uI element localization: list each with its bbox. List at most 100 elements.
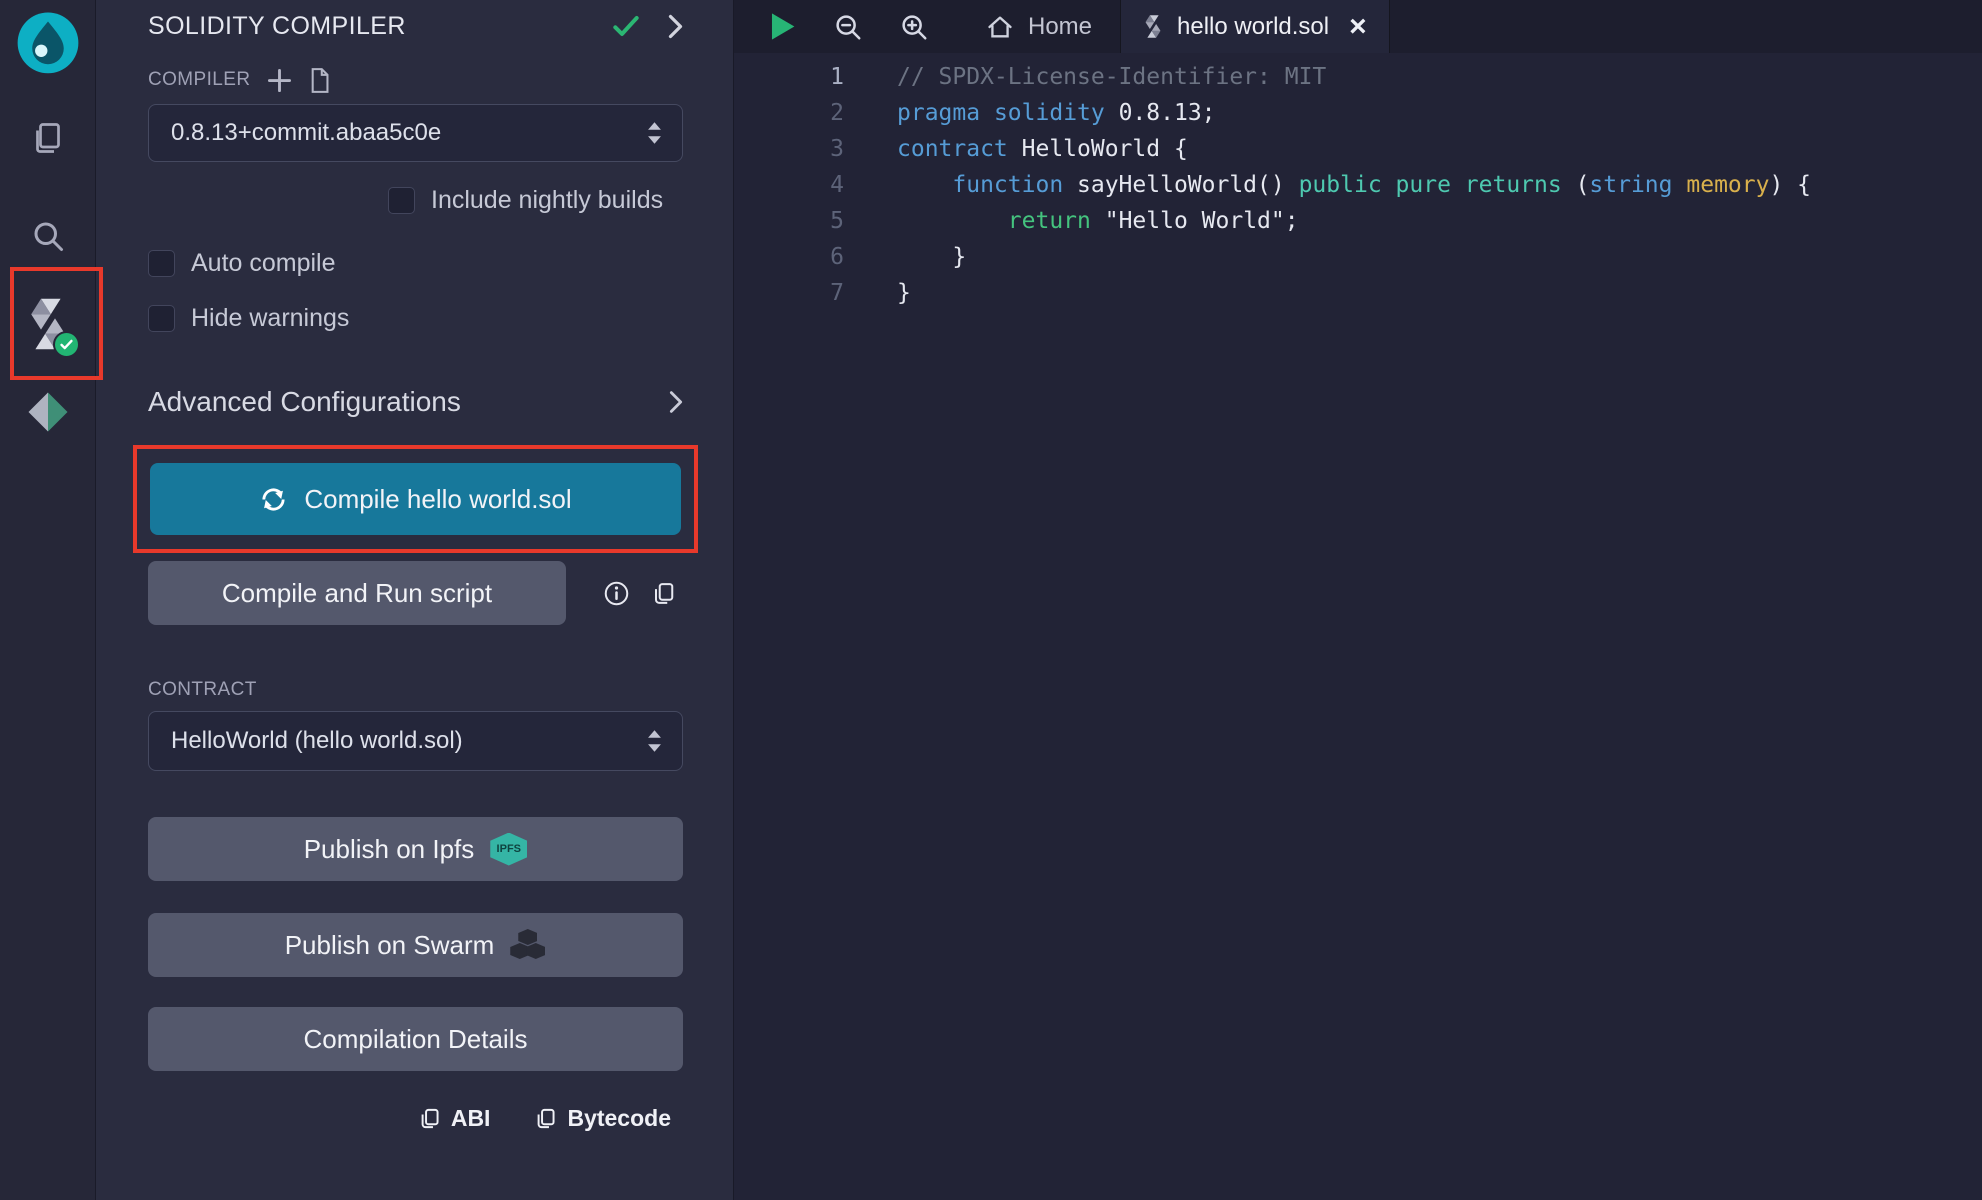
remix-logo[interactable] (10, 6, 86, 82)
chevron-right-icon (669, 390, 683, 414)
compile-button-label: Compile hello world.sol (304, 484, 571, 515)
code-text: pragma solidity 0.8.13; (897, 95, 1216, 131)
auto-compile-label: Auto compile (191, 249, 336, 278)
compile-success-badge (53, 331, 80, 358)
copy-bytecode-button[interactable]: Bytecode (534, 1105, 671, 1132)
hide-warnings-label: Hide warnings (191, 304, 349, 333)
close-tab-icon[interactable]: × (1349, 12, 1367, 42)
add-compiler-button[interactable] (268, 69, 291, 92)
hide-warnings-checkbox[interactable] (148, 305, 175, 332)
info-button[interactable] (604, 581, 629, 606)
advanced-configurations-toggle[interactable]: Advanced Configurations (148, 385, 683, 419)
contract-select[interactable]: HelloWorld (hello world.sol) (148, 711, 683, 771)
zoom-in-button[interactable] (896, 0, 932, 53)
copy-script-button[interactable] (651, 581, 676, 606)
red-highlight-box-compile-button: Compile hello world.sol (133, 445, 698, 553)
check-icon (610, 10, 642, 42)
select-arrows-icon (647, 729, 662, 753)
compile-and-run-row: Compile and Run script (148, 561, 683, 625)
compiler-version-value: 0.8.13+commit.abaa5c0e (171, 119, 647, 147)
publish-swarm-button[interactable]: Publish on Swarm (148, 913, 683, 977)
contract-section-header: CONTRACT (148, 679, 683, 701)
bytecode-label: Bytecode (567, 1105, 671, 1132)
search-icon (30, 218, 66, 254)
info-icon (604, 581, 629, 606)
ethereum-icon (27, 391, 69, 433)
advanced-configurations-label: Advanced Configurations (148, 386, 461, 418)
tab-bar: Home hello world.sol × (734, 0, 1982, 53)
publish-swarm-label: Publish on Swarm (285, 930, 495, 961)
side-panel: SOLIDITY COMPILER COMPILER (96, 0, 734, 1200)
code-line[interactable]: 4 function sayHelloWorld() public pure r… (734, 167, 1982, 203)
compile-and-run-label: Compile and Run script (222, 578, 492, 609)
code-text: return "Hello World"; (897, 203, 1299, 239)
deploy-run-button[interactable] (0, 368, 96, 456)
code-text: } (897, 275, 911, 311)
compile-success-check (610, 10, 642, 42)
compiler-section-header: COMPILER (148, 66, 683, 94)
code-line[interactable]: 2pragma solidity 0.8.13; (734, 95, 1982, 131)
file-explorer-icon (30, 120, 66, 156)
tab-home-label: Home (1028, 13, 1092, 41)
line-number: 6 (734, 239, 844, 275)
solidity-compiler-button[interactable] (0, 280, 96, 368)
panel-expand-chevron[interactable] (668, 14, 683, 39)
contract-select-value: HelloWorld (hello world.sol) (171, 727, 647, 755)
solidity-file-icon (1143, 14, 1163, 39)
file-icon (309, 68, 330, 93)
code-line[interactable]: 3 contract HelloWorld { (734, 131, 1982, 167)
panel-header: SOLIDITY COMPILER (148, 10, 683, 42)
run-script-button[interactable] (764, 0, 800, 53)
copy-icon (651, 581, 676, 606)
compilation-details-button[interactable]: Compilation Details (148, 1007, 683, 1071)
nightly-builds-label: Include nightly builds (431, 186, 663, 215)
code-text: } (897, 239, 966, 275)
code-area[interactable]: 1// SPDX-License-Identifier: MIT2pragma … (734, 53, 1982, 1200)
line-number: 4 (734, 167, 844, 203)
compiler-version-select[interactable]: 0.8.13+commit.abaa5c0e (148, 104, 683, 162)
contract-section-label: CONTRACT (148, 679, 257, 701)
auto-compile-row: Auto compile (148, 249, 683, 278)
file-explorer-button[interactable] (0, 94, 96, 182)
search-button[interactable] (0, 192, 96, 280)
nightly-builds-checkbox[interactable] (388, 187, 415, 214)
code-line[interactable]: 1// SPDX-License-Identifier: MIT (734, 59, 1982, 95)
compile-button[interactable]: Compile hello world.sol (150, 463, 681, 535)
copy-icon (534, 1107, 557, 1130)
zoom-out-button[interactable] (830, 0, 866, 53)
line-number: 3 (734, 131, 844, 167)
code-line[interactable]: 7} (734, 275, 1982, 311)
zoom-out-icon (833, 12, 863, 42)
copy-abi-button[interactable]: ABI (418, 1105, 491, 1132)
compilation-details-label: Compilation Details (304, 1024, 528, 1055)
panel-title: SOLIDITY COMPILER (148, 12, 406, 41)
code-line[interactable]: 5 return "Hello World"; (734, 203, 1982, 239)
play-icon (769, 12, 796, 41)
check-icon (58, 336, 75, 353)
remix-app: SOLIDITY COMPILER COMPILER (0, 0, 1982, 1200)
code-text: contract HelloWorld { (897, 131, 1188, 167)
abi-bytecode-row: ABI Bytecode (148, 1105, 683, 1132)
code-line[interactable]: 6 } (734, 239, 1982, 275)
open-compiler-file-button[interactable] (309, 68, 330, 93)
copy-icon (418, 1107, 441, 1130)
abi-label: ABI (451, 1105, 491, 1132)
refresh-icon (259, 485, 288, 514)
swarm-icon (510, 929, 546, 961)
zoom-in-icon (899, 12, 929, 42)
publish-ipfs-button[interactable]: Publish on Ipfs IPFS (148, 817, 683, 881)
chevron-right-icon (668, 14, 683, 39)
compiler-section-label: COMPILER (148, 69, 250, 91)
remix-logo-icon (12, 8, 84, 80)
select-arrows-icon (647, 121, 662, 145)
hide-warnings-row: Hide warnings (148, 304, 683, 333)
tab-hello-world-sol[interactable]: hello world.sol × (1120, 0, 1390, 53)
line-number: 1 (734, 59, 844, 95)
code-text: function sayHelloWorld() public pure ret… (897, 167, 1811, 203)
line-number: 5 (734, 203, 844, 239)
auto-compile-checkbox[interactable] (148, 250, 175, 277)
icon-sidebar (0, 0, 96, 1200)
publish-ipfs-label: Publish on Ipfs (304, 834, 475, 865)
tab-home[interactable]: Home (958, 0, 1120, 53)
compile-and-run-button[interactable]: Compile and Run script (148, 561, 566, 625)
